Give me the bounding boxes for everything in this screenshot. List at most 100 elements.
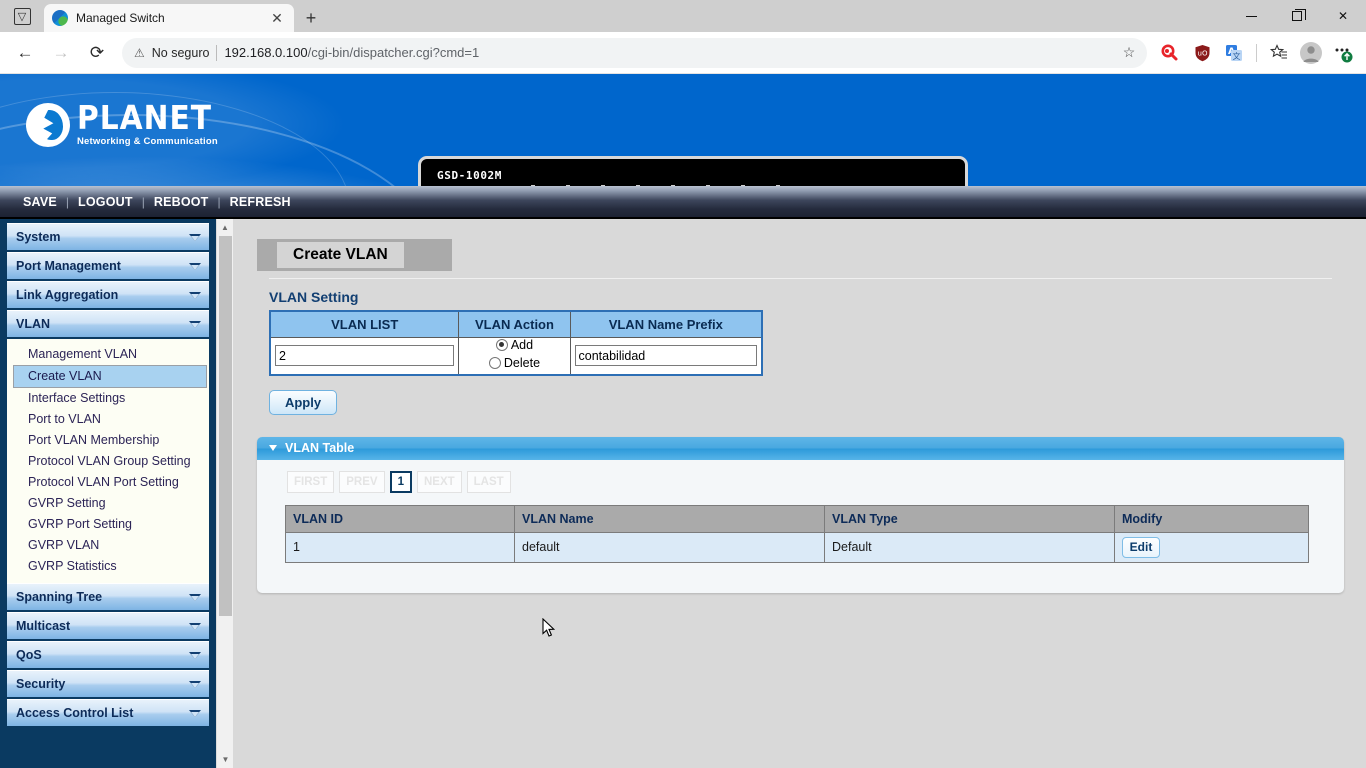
radio-option-delete[interactable]: Delete (489, 356, 540, 370)
vlan-submenu: Management VLAN Create VLAN Interface Se… (7, 339, 209, 583)
cell-vlan-type: Default (825, 532, 1115, 562)
table-header-row: VLAN ID VLAN Name VLAN Type Modify (286, 505, 1309, 532)
vlan-table: VLAN ID VLAN Name VLAN Type Modify 1 def… (285, 505, 1309, 563)
sidebar-item-gvrp-statistics[interactable]: GVRP Statistics (7, 556, 209, 577)
page-scrollbar[interactable]: ▲ ▼ (216, 219, 233, 768)
table-row: 1 default Default Edit (286, 532, 1309, 562)
back-icon[interactable]: ← (8, 36, 42, 70)
lastpass-icon[interactable] (1155, 38, 1185, 68)
pager-prev-button[interactable]: PREV (339, 471, 384, 493)
sidebar-item-protocol-vlan-port-setting[interactable]: Protocol VLAN Port Setting (7, 472, 209, 493)
sidebar-item-spanning-tree[interactable]: Spanning Tree (7, 583, 209, 610)
sidebar-item-label: Port Management (16, 259, 121, 273)
new-tab-button[interactable]: + (294, 4, 328, 32)
url-host: 192.168.0.100 (224, 45, 307, 60)
pager-page-1-button[interactable]: 1 (390, 471, 412, 493)
ublock-icon[interactable]: uO (1187, 38, 1217, 68)
sidebar-item-label: VLAN (16, 317, 50, 331)
settings-and-more-icon[interactable] (1328, 38, 1358, 68)
profile-icon[interactable] (1296, 38, 1326, 68)
pager-last-button[interactable]: LAST (467, 471, 511, 493)
edit-button[interactable]: Edit (1122, 537, 1160, 558)
sidebar-item-management-vlan[interactable]: Management VLAN (7, 344, 209, 365)
vlan-list-input[interactable] (275, 345, 454, 366)
security-label: No seguro (152, 46, 210, 60)
col-header-vlan-name: VLAN Name (515, 505, 825, 532)
browser-tab-title: Managed Switch (76, 11, 260, 25)
sidebar-item-port-management[interactable]: Port Management (7, 252, 209, 279)
apply-button[interactable]: Apply (269, 390, 337, 415)
page-title-wrapper: Create VLAN (257, 239, 452, 271)
mouse-cursor-icon (542, 618, 556, 638)
sidebar-item-protocol-vlan-group-setting[interactable]: Protocol VLAN Group Setting (7, 451, 209, 472)
close-icon[interactable]: ✕ (268, 11, 286, 25)
radio-delete-icon[interactable] (489, 357, 501, 369)
sidebar-item-create-vlan[interactable]: Create VLAN (13, 365, 207, 388)
vlan-table-panel-title: VLAN Table (285, 441, 354, 455)
page-title: Create VLAN (277, 242, 404, 268)
minimize-icon[interactable] (1228, 0, 1274, 32)
col-header-vlan-action: VLAN Action (459, 311, 570, 337)
chevron-down-icon (189, 623, 201, 630)
forward-icon[interactable]: → (44, 36, 78, 70)
radio-option-add[interactable]: Add (496, 338, 533, 352)
sidebar-item-link-aggregation[interactable]: Link Aggregation (7, 281, 209, 308)
sidebar-item-port-vlan-membership[interactable]: Port VLAN Membership (7, 430, 209, 451)
reload-icon[interactable]: ⟳ (80, 36, 114, 70)
switch-front-panel-graphic: GSD-1002M 1 2 3 4 5 6 7 8 9 10 (418, 156, 968, 186)
col-header-vlan-id: VLAN ID (286, 505, 515, 532)
refresh-link[interactable]: REFRESH (230, 195, 291, 209)
sidebar-item-access-control-list[interactable]: Access Control List (7, 699, 209, 726)
sidebar-item-system[interactable]: System (7, 223, 209, 250)
logout-link[interactable]: LOGOUT (78, 195, 133, 209)
chevron-down-icon (189, 681, 201, 688)
sidebar-item-interface-settings[interactable]: Interface Settings (7, 388, 209, 409)
sidebar-item-multicast[interactable]: Multicast (7, 612, 209, 639)
translate-icon[interactable]: A文 (1219, 38, 1249, 68)
radio-add-label: Add (511, 338, 533, 352)
sidebar-item-port-to-vlan[interactable]: Port to VLAN (7, 409, 209, 430)
cell-modify: Edit (1115, 532, 1309, 562)
radio-delete-label: Delete (504, 356, 540, 370)
maximize-icon[interactable] (1274, 0, 1320, 32)
collections-icon[interactable] (1264, 38, 1294, 68)
sidebar-item-qos[interactable]: QoS (7, 641, 209, 668)
cell-vlan-id: 1 (286, 532, 515, 562)
scrollbar-thumb[interactable] (219, 236, 232, 616)
divider (216, 45, 217, 61)
browser-tab[interactable]: Managed Switch ✕ (44, 4, 294, 32)
reboot-link[interactable]: REBOOT (154, 195, 209, 209)
edge-favicon-icon (52, 10, 68, 26)
tab-actions-icon[interactable]: ▽ (0, 0, 44, 32)
sidebar-item-gvrp-port-setting[interactable]: GVRP Port Setting (7, 514, 209, 535)
planet-globe-icon (26, 103, 70, 147)
vlan-name-prefix-input[interactable] (575, 345, 757, 366)
sidebar-item-label: Spanning Tree (16, 590, 102, 604)
sidebar-item-gvrp-vlan[interactable]: GVRP VLAN (7, 535, 209, 556)
vlan-table-panel: VLAN Table FIRST PREV 1 NEXT LAST VLAN I… (257, 437, 1344, 593)
chevron-down-icon[interactable] (269, 445, 277, 451)
switch-model-label: GSD-1002M (437, 169, 502, 182)
radio-add-icon[interactable] (496, 339, 508, 351)
planet-logo[interactable]: PLANET Networking & Communication (26, 101, 218, 147)
sidebar-item-label: Security (16, 677, 65, 691)
address-bar[interactable]: ⚠ No seguro 192.168.0.100/cgi-bin/dispat… (122, 38, 1147, 68)
planet-logo-word: PLANET (77, 101, 218, 135)
url-path: /cgi-bin/dispatcher.cgi?cmd=1 (308, 45, 480, 60)
pager-next-button[interactable]: NEXT (417, 471, 462, 493)
vlan-table-panel-header[interactable]: VLAN Table (257, 437, 1344, 460)
col-header-modify: Modify (1115, 505, 1309, 532)
save-link[interactable]: SAVE (23, 195, 57, 209)
main-content: Create VLAN VLAN Setting VLAN LIST VLAN … (233, 219, 1366, 768)
chevron-down-icon (189, 263, 201, 270)
add-favorite-icon[interactable]: ☆ (1117, 44, 1141, 61)
cell-vlan-name-prefix (570, 337, 762, 375)
sidebar-item-gvrp-setting[interactable]: GVRP Setting (7, 493, 209, 514)
sidebar-item-vlan[interactable]: VLAN (7, 310, 209, 337)
scroll-up-icon[interactable]: ▲ (217, 219, 233, 236)
sidebar-item-security[interactable]: Security (7, 670, 209, 697)
scroll-down-icon[interactable]: ▼ (217, 751, 234, 768)
window-controls: ✕ (1228, 0, 1366, 32)
pager-first-button[interactable]: FIRST (287, 471, 334, 493)
window-close-icon[interactable]: ✕ (1320, 0, 1366, 32)
